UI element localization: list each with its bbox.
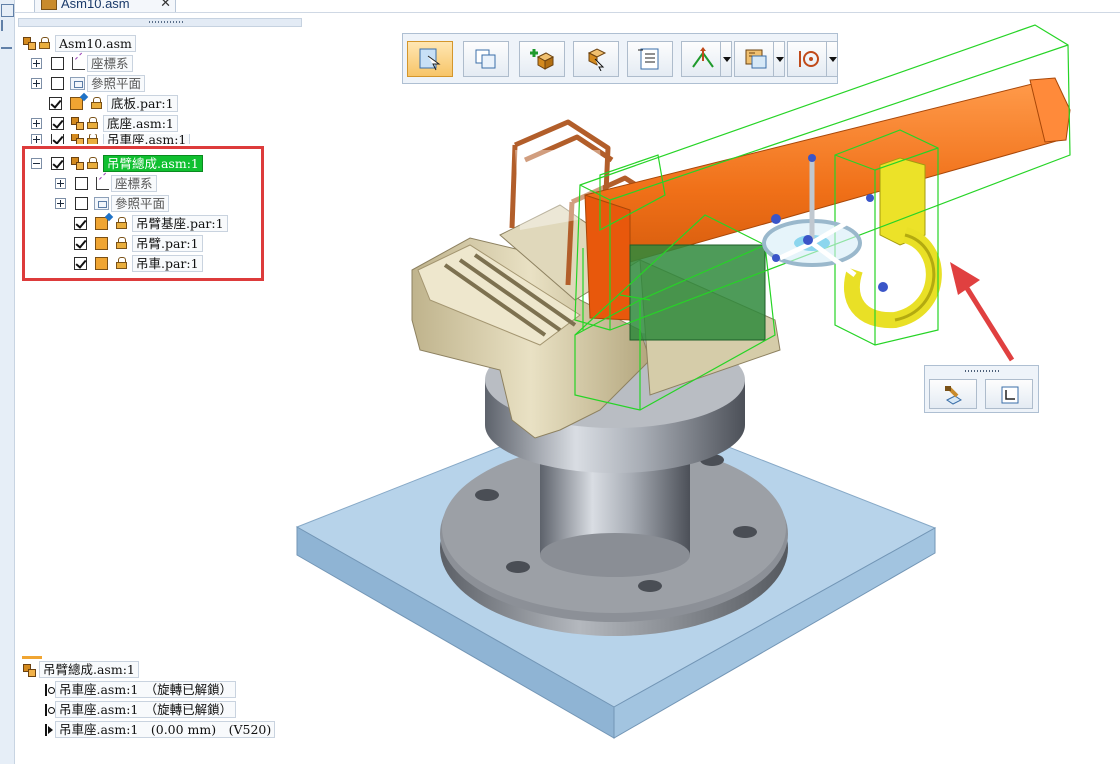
edit-icon	[945, 386, 962, 405]
tree-item-label: 吊車座.asm:1	[103, 134, 191, 144]
part-icon	[70, 96, 83, 110]
axial-align-icon	[44, 703, 55, 716]
annotation-arrow	[950, 262, 1015, 362]
relationship-item-label: 吊車座.asm:1 (0.00 mm) (V520)	[55, 721, 276, 738]
relationship-title[interactable]: 吊臂總成.asm:1	[22, 661, 139, 678]
pane-splitter-grip[interactable]	[18, 18, 302, 27]
side-tab-icon[interactable]	[1, 4, 14, 17]
lock-icon	[87, 134, 99, 144]
relationship-item-label: 吊車座.asm:1 （旋轉已解鎖）	[55, 681, 237, 698]
visibility-checkbox[interactable]	[51, 76, 64, 90]
tree-item-base-assembly[interactable]: 底座.asm:1	[31, 114, 178, 132]
tree-item-label: 參照平面	[87, 74, 146, 92]
relationship-item[interactable]: 吊車座.asm:1 (0.00 mm) (V520)	[44, 721, 276, 738]
lock-icon	[39, 37, 51, 49]
visibility-checkbox[interactable]	[51, 134, 64, 144]
side-tab-icon[interactable]	[1, 36, 12, 49]
left-side-strip	[0, 0, 15, 764]
relationship-item[interactable]: 吊車座.asm:1 （旋轉已解鎖）	[44, 681, 237, 698]
tree-item-label: 底座.asm:1	[103, 114, 178, 132]
relate-button[interactable]	[681, 41, 721, 77]
assembly-file-icon	[41, 0, 57, 10]
reference-plane-icon	[70, 76, 85, 90]
select-part-button[interactable]	[407, 41, 453, 77]
properties-button[interactable]	[627, 41, 673, 77]
tab-divider	[14, 12, 1120, 13]
relate-dropdown[interactable]	[720, 41, 732, 77]
planar-offset-icon	[44, 723, 54, 736]
tree-item-base-plate[interactable]: 底板.par:1	[49, 94, 178, 112]
coordinate-system-icon	[72, 56, 85, 70]
assembly-dropdown[interactable]	[773, 41, 785, 77]
copy-icon	[475, 49, 496, 69]
add-part-icon	[530, 49, 555, 70]
assembly-button[interactable]	[734, 41, 774, 77]
expand-icon[interactable]	[31, 134, 42, 144]
steering-dropdown[interactable]	[826, 41, 838, 77]
annotation-highlight-box	[22, 146, 264, 281]
close-icon[interactable]: ✕	[160, 0, 171, 11]
tree-item-label: 座標系	[87, 54, 133, 72]
tree-item-reference-planes[interactable]: 參照平面	[31, 74, 146, 92]
assembly-icon	[22, 662, 37, 677]
mini-toolbar	[924, 365, 1039, 413]
assembly-icon	[745, 49, 767, 69]
tree-item-label: Asm10.asm	[55, 34, 136, 52]
select-icon	[419, 48, 441, 71]
expand-icon[interactable]	[31, 117, 42, 129]
relationship-title-label: 吊臂總成.asm:1	[39, 661, 139, 678]
document-tab-title: Asm10.asm	[61, 0, 130, 11]
command-toolbar	[402, 33, 838, 84]
assembly-icon	[70, 134, 85, 144]
tree-item-coordinate-system[interactable]: 座標系	[31, 54, 133, 72]
expand-icon[interactable]	[31, 57, 42, 69]
fit-button[interactable]	[985, 379, 1033, 409]
visibility-checkbox[interactable]	[51, 116, 64, 130]
visibility-checkbox[interactable]	[51, 56, 64, 70]
copy-button[interactable]	[463, 41, 509, 77]
lock-icon	[87, 117, 99, 129]
panel-accent	[22, 656, 42, 659]
assembly-icon	[70, 116, 85, 130]
assembly-icon	[22, 36, 37, 50]
boom-arm[interactable]	[584, 77, 1071, 341]
tree-item-asm10[interactable]: Asm10.asm	[22, 34, 136, 52]
relate-icon	[692, 47, 714, 68]
steering-wheel-icon	[799, 51, 819, 67]
tree-item-label: 底板.par:1	[107, 94, 178, 112]
relationship-item[interactable]: 吊車座.asm:1 （旋轉已解鎖）	[44, 701, 237, 718]
axial-align-icon	[44, 683, 55, 696]
edit-definition-button[interactable]	[929, 379, 977, 409]
tree-item-crane-seat[interactable]: 吊車座.asm:1	[31, 134, 191, 144]
side-tab-icon[interactable]	[1, 20, 14, 31]
visibility-checkbox[interactable]	[49, 96, 62, 110]
lock-icon	[91, 97, 103, 109]
mini-toolbar-grip[interactable]	[965, 370, 999, 372]
add-part-button[interactable]	[519, 41, 565, 77]
relationship-item-label: 吊車座.asm:1 （旋轉已解鎖）	[55, 701, 237, 718]
expand-icon[interactable]	[31, 77, 42, 89]
steering-button[interactable]	[787, 41, 827, 77]
list-icon	[638, 48, 659, 70]
fit-icon	[1001, 386, 1019, 404]
move-part-button[interactable]	[573, 41, 619, 77]
move-icon	[587, 48, 607, 71]
